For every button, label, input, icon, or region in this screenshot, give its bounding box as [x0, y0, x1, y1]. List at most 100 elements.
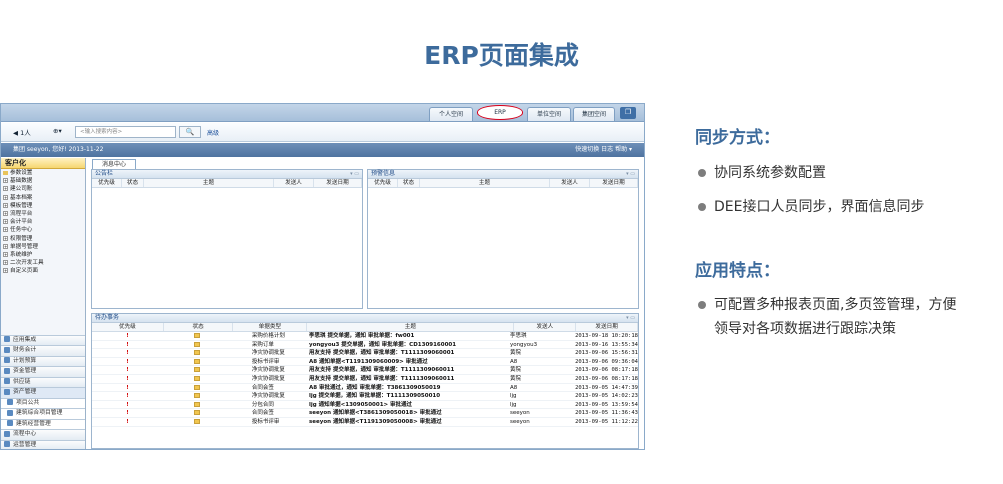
sidebar-header[interactable]: 客户化 — [1, 158, 85, 169]
expand-icon[interactable]: + — [3, 243, 8, 249]
table-row[interactable]: ! 合同会签 seeyon 通知单据<T3861309050018> 审批通过 see… — [92, 409, 638, 418]
sidebar-tree-item[interactable]: + 模板管理 — [3, 202, 85, 210]
sidebar-tree-item[interactable]: + 建公司账 — [3, 185, 85, 193]
window-menu-icon[interactable]: ❐ — [620, 107, 636, 119]
column-header[interactable]: 优先级 — [92, 179, 122, 187]
sidebar-tree-item[interactable]: 参数设置 — [3, 169, 85, 177]
search-icon[interactable]: 🔍 — [179, 126, 201, 138]
column-header[interactable]: 发送日期 — [576, 323, 639, 331]
expand-icon[interactable]: + — [3, 227, 8, 233]
column-header[interactable]: 主题 — [420, 179, 550, 187]
sidebar-tree-item[interactable]: + 基础数据 — [3, 177, 85, 185]
column-header[interactable]: 发送人 — [550, 179, 590, 187]
subject-cell[interactable]: yongyou3 提交单据，通知 审批单据：CD1309160001 — [305, 341, 510, 349]
column-header[interactable]: 状态 — [398, 179, 420, 187]
expand-icon[interactable]: + — [3, 210, 8, 216]
pane-controls-icon[interactable]: ▾ ▭ — [626, 170, 635, 178]
table-row[interactable]: ! 采购价格计划 李思琪 提交单据，通知 审批单据：fw001 李思琪 2013-09-… — [92, 332, 638, 341]
table-row[interactable]: ! 净灾协调批复 用友支持 提交单据，通知 审批单据：T1111309060011 黄… — [92, 366, 638, 375]
module-item[interactable]: 流程中心 — [1, 429, 85, 440]
sidebar-tree-item[interactable]: + 单据号管理 — [3, 243, 85, 251]
expand-icon[interactable]: + — [3, 235, 8, 241]
subject-cell[interactable]: A8 通知单据<T1191309060009> 审批通过 — [305, 358, 510, 366]
toolbar: ◀ 1人 ⊕▾ <输入搜索内容> 🔍 高级 — [1, 123, 644, 142]
module-item[interactable]: 建筑综合项目管理 — [1, 408, 85, 419]
envelope-icon — [194, 393, 201, 399]
table-row[interactable]: ! 净灾协调批复 ljg 提交单据，通知 审批单据：T1111309050010 lj… — [92, 392, 638, 401]
expand-icon[interactable]: + — [3, 178, 8, 184]
module-item[interactable]: 财务会计 — [1, 345, 85, 356]
expand-icon[interactable]: + — [3, 251, 8, 257]
pane-controls-icon[interactable]: ▾ ▭ — [350, 170, 359, 178]
table-row[interactable]: ! 分包合同 ljg 通知单据<1309050001> 审批通过 ljg 2013-09… — [92, 401, 638, 410]
sidebar-tree-item[interactable]: + 基本档案 — [3, 194, 85, 202]
module-item[interactable]: 资金管理 — [1, 366, 85, 377]
expand-icon[interactable]: + — [3, 268, 8, 274]
sidebar-tree-item[interactable]: + 二次开发工具 — [3, 259, 85, 267]
module-item[interactable]: 项目公共 — [1, 397, 85, 408]
module-item[interactable]: 运营管理 — [1, 439, 85, 449]
column-header[interactable]: 优先级 — [368, 179, 398, 187]
expand-icon[interactable]: + — [3, 194, 8, 200]
column-header[interactable]: 发送人 — [514, 323, 577, 331]
column-header[interactable]: 单据类型 — [233, 323, 308, 331]
subject-cell[interactable]: 李思琪 提交单据，通知 审批单据：fw001 — [305, 332, 510, 340]
sync-title: 同步方式： — [695, 128, 780, 148]
column-header[interactable]: 主题 — [307, 323, 515, 331]
tab-group-space[interactable]: 集团空间 — [573, 107, 615, 121]
subject-cell[interactable]: 用友支持 提交单据，通知 审批单据：T1111309060011 — [305, 375, 510, 383]
sync-item: 协同系统参数配置 — [698, 161, 826, 185]
sidebar-tree-item[interactable]: + 任务中心 — [3, 226, 85, 234]
search-input[interactable]: <输入搜索内容> — [75, 126, 176, 138]
table-row[interactable]: ! 净灾协调批复 用友支持 提交单据，通知 审批单据：T1111309060011 黄… — [92, 375, 638, 384]
subject-cell[interactable]: 用友支持 提交单据，通知 审批单据：T1111309060001 — [305, 349, 510, 357]
tab-unit-space[interactable]: 单位空间 — [527, 107, 571, 121]
column-header[interactable]: 优先级 — [92, 323, 164, 331]
module-item[interactable]: 计划预算 — [1, 355, 85, 366]
status-cell — [163, 384, 232, 392]
column-header[interactable]: 发送人 — [274, 179, 314, 187]
table-row[interactable]: ! 净灾协调批复 用友支持 提交单据，通知 审批单据：T1111309060001 黄… — [92, 349, 638, 358]
table-row[interactable]: ! 投标书评审 seeyon 通知单据<T1191309050008> 审批通过 se… — [92, 418, 638, 427]
column-header[interactable]: 发送日期 — [314, 179, 362, 187]
status-cell — [163, 375, 232, 383]
table-row[interactable]: ! 采购订单 yongyou3 提交单据，通知 审批单据：CD1309160001 y… — [92, 341, 638, 350]
column-header[interactable]: 状态 — [164, 323, 234, 331]
table-row[interactable]: ! 投标书评审 A8 通知单据<T1191309060009> 审批通过 A8 2013… — [92, 358, 638, 367]
subject-cell[interactable]: A8 审批通过，通知 审批单据：T3861309050019 — [305, 384, 510, 392]
subject-cell[interactable]: seeyon 通知单据<T3861309050018> 审批通过 — [305, 409, 510, 417]
subject-cell[interactable]: seeyon 通知单据<T1191309050008> 审批通过 — [305, 418, 510, 426]
sidebar-tree-item[interactable]: + 自定义页面 — [3, 267, 85, 275]
expand-icon[interactable]: + — [3, 202, 8, 208]
sidebar-tree-item[interactable]: + 系统维护 — [3, 251, 85, 259]
sidebar-tree-item[interactable]: + 权限管理 — [3, 235, 85, 243]
forward-button[interactable]: ⊕▾ — [53, 127, 62, 135]
quick-links[interactable]: 快速切换 日志 帮助 ▾ — [575, 143, 632, 156]
module-item[interactable]: 应用集成 — [1, 334, 85, 345]
column-header[interactable]: 主题 — [144, 179, 274, 187]
module-item[interactable]: 供应链 — [1, 376, 85, 387]
module-item[interactable]: 建筑经营管理 — [1, 418, 85, 429]
pane-controls-icon[interactable]: ▾ ▭ — [626, 314, 635, 322]
advanced-search-link[interactable]: 高级 — [207, 128, 219, 137]
tab-personal-space[interactable]: 个人空间 — [429, 107, 473, 121]
sidebar-tree-item[interactable]: + 流程平台 — [3, 210, 85, 218]
expand-icon[interactable]: + — [3, 260, 8, 266]
doc-type-cell: 净灾协调批复 — [251, 367, 285, 374]
tab-message-center[interactable]: 消息中心 — [92, 159, 136, 169]
table-row[interactable]: ! 合同会签 A8 审批通过，通知 审批单据：T3861309050019 A8 201… — [92, 384, 638, 393]
back-button[interactable]: ◀ 1人 — [13, 127, 31, 137]
doc-type-cell: 分包合同 — [251, 401, 274, 408]
expand-icon[interactable]: + — [3, 219, 8, 225]
date-cell: 2013-09-05 11:12:22 — [575, 418, 638, 425]
sidebar-tree-item[interactable]: + 会计平台 — [3, 218, 85, 226]
column-header[interactable]: 状态 — [122, 179, 144, 187]
subject-cell[interactable]: ljg 提交单据，通知 审批单据：T1111309050010 — [305, 392, 510, 400]
subject-cell[interactable]: 用友支持 提交单据，通知 审批单据：T1111309060011 — [305, 366, 510, 374]
tab-erp[interactable]: ERP — [477, 105, 523, 120]
expand-icon[interactable]: + — [3, 186, 8, 192]
date-cell: 2013-09-05 13:59:54 — [575, 401, 638, 408]
column-header[interactable]: 发送日期 — [590, 179, 638, 187]
module-item[interactable]: 资产管理 — [1, 387, 85, 398]
subject-cell[interactable]: ljg 通知单据<1309050001> 审批通过 — [305, 401, 510, 409]
